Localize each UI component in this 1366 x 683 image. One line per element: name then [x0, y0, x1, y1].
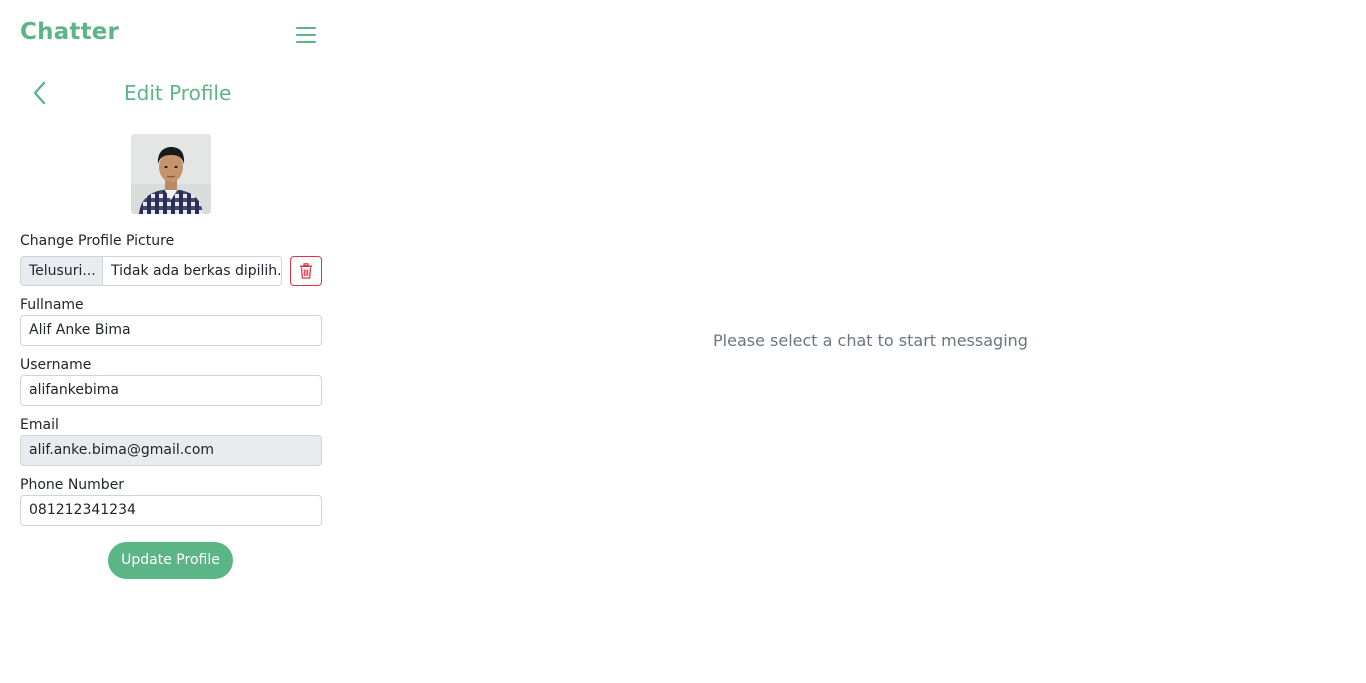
delete-picture-button[interactable]	[290, 256, 322, 286]
avatar	[131, 134, 211, 214]
username-label: Username	[20, 357, 92, 373]
chevron-left-icon[interactable]	[28, 80, 52, 106]
email-label: Email	[20, 417, 59, 433]
file-status: Tidak ada berkas dipilih.	[111, 263, 281, 279]
phone-label: Phone Number	[20, 477, 125, 493]
trash-icon	[300, 263, 312, 279]
browse-button[interactable]: Telusuri...	[21, 257, 103, 285]
profile-picture-label: Change Profile Picture	[20, 233, 175, 249]
fullname-field[interactable]: Alif Anke Bima	[20, 315, 322, 346]
username-field[interactable]: alifankebima	[20, 375, 322, 406]
email-field: alif.anke.bima@gmail.com	[20, 435, 322, 466]
page-title: Edit Profile	[124, 81, 232, 105]
update-profile-button[interactable]: Update Profile	[108, 542, 233, 579]
sidebar: Chatter Edit Profile Change Profile Pict…	[0, 0, 342, 683]
phone-field[interactable]: 081212341234	[20, 495, 322, 526]
fullname-label: Fullname	[20, 297, 84, 313]
file-input[interactable]: Telusuri... Tidak ada berkas dipilih.	[20, 256, 282, 286]
empty-chat-message: Please select a chat to start messaging	[713, 331, 1028, 350]
app-brand: Chatter	[20, 19, 120, 45]
hamburger-icon[interactable]	[294, 25, 318, 45]
